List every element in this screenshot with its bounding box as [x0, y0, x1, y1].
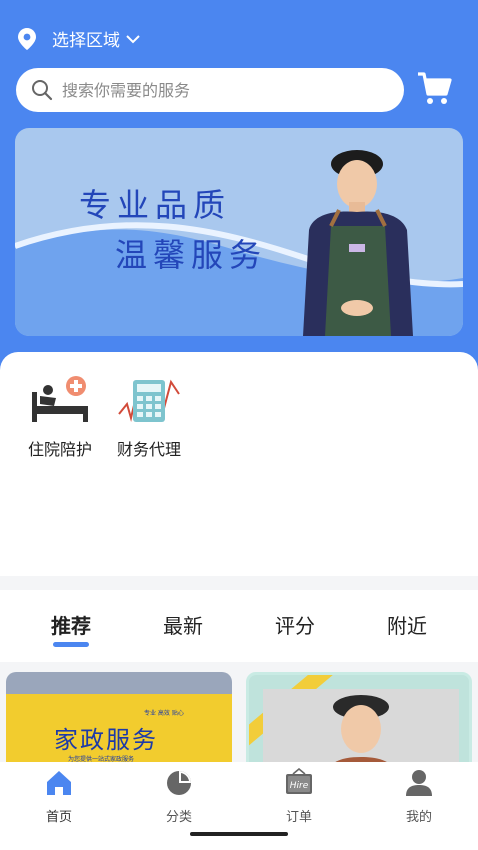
service-card[interactable] [246, 672, 472, 772]
service-item-hospital-care[interactable]: 住院陪护 [10, 374, 110, 460]
nav-orders[interactable]: Hire 订单 [264, 768, 334, 825]
location-label: 选择区域 [52, 31, 120, 51]
banner-line-2: 温馨服务 [115, 236, 268, 274]
service-grid: 住院陪护 财务代理 [0, 352, 478, 576]
nav-profile[interactable]: 我的 [384, 768, 454, 825]
card-sign-board: 专业 高效 贴心 家政服务 为您提供一站式家政服务 [6, 694, 232, 772]
feed-tabs: 推荐 最新 评分 附近 [0, 590, 478, 662]
shopping-cart-icon[interactable] [416, 70, 452, 106]
chevron-down-icon [126, 34, 140, 43]
tab-label: 推荐 [51, 614, 91, 638]
active-tab-indicator [53, 642, 89, 647]
tab-rating[interactable]: 评分 [255, 610, 335, 639]
banner-line-1: 专业品质 [79, 186, 232, 224]
search-icon [32, 80, 53, 101]
nav-label: 首页 [45, 810, 72, 825]
tab-label: 最新 [163, 614, 203, 638]
card-tagline: 专业 高效 贴心 [144, 710, 184, 717]
search-bar[interactable] [16, 68, 404, 112]
nav-home[interactable]: 首页 [24, 768, 94, 825]
promo-banner[interactable]: 专业品质 温馨服务 [15, 128, 463, 336]
housekeeper-photo [303, 150, 413, 336]
home-indicator [190, 832, 288, 836]
service-label: 住院陪护 [27, 440, 92, 459]
location-pin-icon [18, 27, 36, 50]
nav-label: 分类 [165, 810, 192, 825]
bottom-nav: 首页 分类 Hire 订单 我的 [0, 762, 478, 850]
nav-category[interactable]: 分类 [144, 768, 214, 825]
service-label: 财务代理 [116, 440, 181, 459]
hospital-bed-icon [32, 376, 88, 422]
hire-sign-icon: Hire [286, 768, 312, 794]
tab-label: 评分 [275, 614, 315, 638]
location-selector[interactable]: 选择区域 [18, 26, 140, 51]
tab-nearby[interactable]: 附近 [367, 610, 447, 639]
header-background: 选择区域 专业品质 温馨服务 [0, 0, 478, 372]
tab-latest[interactable]: 最新 [143, 610, 223, 639]
service-item-finance-agent[interactable]: 财务代理 [99, 374, 199, 460]
home-icon [47, 771, 71, 795]
nav-label: 订单 [285, 810, 312, 825]
card-feed: 专业 高效 贴心 家政服务 为您提供一站式家政服务 [0, 662, 478, 772]
nav-label: 我的 [405, 810, 432, 825]
service-card[interactable]: 专业 高效 贴心 家政服务 为您提供一站式家政服务 [6, 672, 232, 772]
tab-label: 附近 [387, 614, 427, 638]
housekeeper-photo [263, 689, 459, 769]
svg-text:Hire: Hire [290, 781, 309, 791]
pie-chart-icon [167, 771, 191, 795]
calculator-icon [118, 379, 180, 422]
search-input[interactable] [62, 80, 362, 100]
tab-recommended[interactable]: 推荐 [31, 610, 111, 647]
card-title: 家政服务 [54, 726, 158, 754]
user-icon [406, 770, 432, 796]
